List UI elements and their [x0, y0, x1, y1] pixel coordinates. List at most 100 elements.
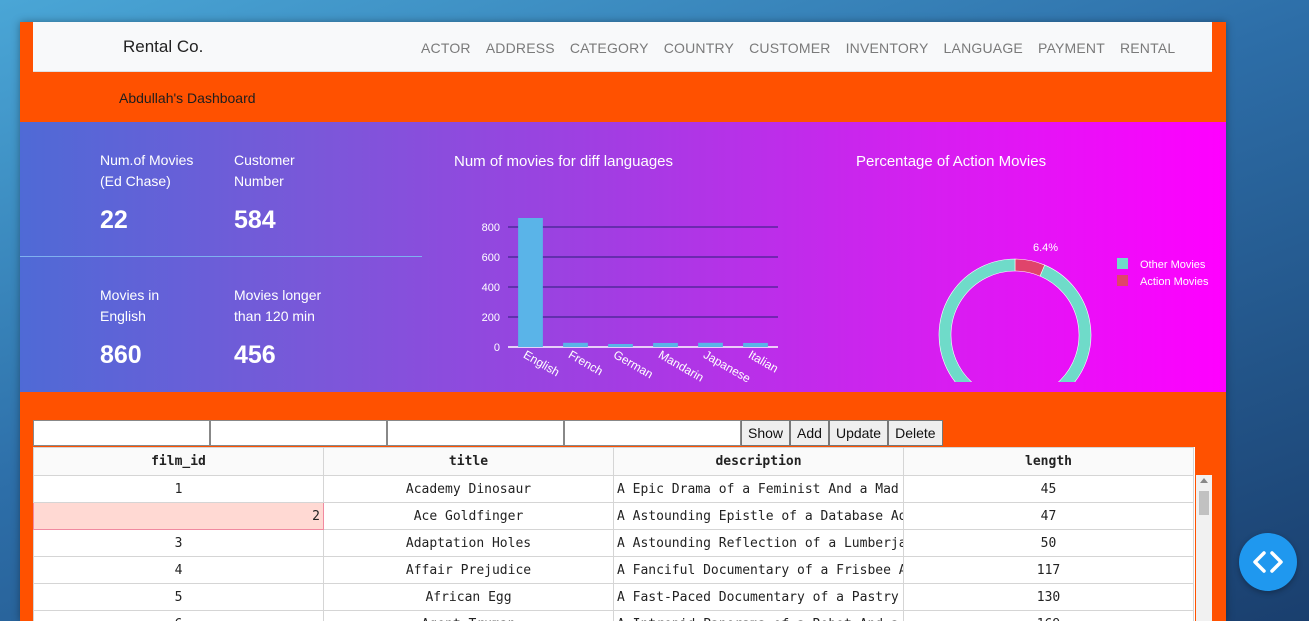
- table-row[interactable]: 2 Ace Goldfinger A Astounding Epistle of…: [33, 502, 1194, 530]
- bar-chart-title: Num of movies for diff languages: [454, 153, 674, 170]
- nav-link-actor[interactable]: ACTOR: [421, 40, 471, 56]
- film-table: film_id title description length 1 Acade…: [33, 447, 1195, 621]
- cell-title[interactable]: African Egg: [323, 583, 614, 611]
- table-row[interactable]: 6 Agent Truman A Intrepid Panorama of a …: [33, 610, 1194, 621]
- bar: [608, 344, 633, 347]
- cell-description[interactable]: A Intrepid Panorama of a Robot And a: [613, 610, 904, 621]
- cell-title[interactable]: Agent Truman: [323, 610, 614, 621]
- film-id-input[interactable]: [33, 420, 210, 446]
- action-movies-donut-chart: 6.4%93.6%Other MoviesAction Movies: [938, 242, 1209, 382]
- bar: [698, 342, 723, 347]
- table-row[interactable]: 5 African Egg A Fast-Paced Documentary o…: [33, 583, 1194, 611]
- crud-controls: Show Add Update Delete: [33, 420, 943, 446]
- cell-film-id[interactable]: 6: [33, 610, 324, 621]
- y-tick-label: 400: [482, 282, 500, 294]
- nav-link-inventory[interactable]: INVENTORY: [846, 40, 929, 56]
- cell-description[interactable]: A Astounding Epistle of a Database Ad: [613, 502, 904, 530]
- delete-button[interactable]: Delete: [888, 420, 943, 446]
- nav-link-country[interactable]: COUNTRY: [664, 40, 734, 56]
- stats-band: Num.of Movies (Ed Chase) 22 Customer Num…: [20, 122, 1226, 392]
- nav-link-category[interactable]: CATEGORY: [570, 40, 649, 56]
- x-tick-label: French: [566, 347, 605, 378]
- donut-slice: [1014, 258, 1046, 277]
- cell-length[interactable]: 47: [903, 502, 1194, 530]
- cell-title[interactable]: Ace Goldfinger: [323, 502, 614, 530]
- cell-length[interactable]: 117: [903, 556, 1194, 584]
- y-tick-label: 600: [482, 252, 500, 264]
- column-header-length[interactable]: length: [903, 447, 1194, 476]
- stat-label: Movies in English: [100, 287, 160, 324]
- show-button[interactable]: Show: [741, 420, 791, 446]
- bar: [563, 342, 588, 347]
- nav-link-language[interactable]: LANGUAGE: [944, 40, 1023, 56]
- bar: [743, 342, 768, 347]
- cell-film-id-selected[interactable]: 2: [33, 502, 324, 530]
- cell-length[interactable]: 130: [903, 583, 1194, 611]
- x-tick-label: English: [521, 347, 562, 379]
- table-scrollbar[interactable]: [1196, 475, 1212, 621]
- update-button[interactable]: Update: [828, 420, 889, 446]
- slice-value-label: 6.4%: [1033, 242, 1058, 254]
- stat-value: 456: [234, 341, 276, 369]
- cell-film-id[interactable]: 5: [33, 583, 324, 611]
- stat-long-movies: Movies longer than 120 min 456: [234, 285, 321, 370]
- table-header-row: film_id title description length: [33, 447, 1194, 476]
- scroll-thumb[interactable]: [1199, 491, 1209, 515]
- nav-link-rental[interactable]: RENTAL: [1120, 40, 1175, 56]
- code-toggle-button[interactable]: [1239, 533, 1297, 591]
- length-input[interactable]: [564, 420, 741, 446]
- navbar: Rental Co. ACTOR ADDRESS CATEGORY COUNTR…: [33, 22, 1212, 72]
- legend-label: Other Movies: [1140, 259, 1206, 271]
- scroll-up-arrow-icon[interactable]: [1200, 478, 1208, 483]
- stat-label: Movies longer than 120 min: [234, 287, 322, 324]
- stat-english-movies: Movies in English 860: [100, 285, 159, 370]
- stat-value: 860: [100, 341, 142, 369]
- legend-swatch: [1117, 275, 1128, 286]
- cell-description[interactable]: A Fanciful Documentary of a Frisbee A: [613, 556, 904, 584]
- nav-link-customer[interactable]: CUSTOMER: [749, 40, 830, 56]
- x-tick-label: Mandarin: [656, 347, 706, 384]
- y-tick-label: 200: [482, 312, 500, 324]
- cell-description[interactable]: A Astounding Reflection of a Lumberja: [613, 529, 904, 557]
- stat-label: Customer Number: [234, 152, 295, 189]
- bar: [653, 342, 678, 347]
- stat-value: 22: [100, 206, 128, 234]
- cell-length[interactable]: 50: [903, 529, 1194, 557]
- column-header-film-id[interactable]: film_id: [33, 447, 324, 476]
- x-tick-label: German: [611, 347, 656, 381]
- legend-label: Action Movies: [1140, 276, 1209, 288]
- stat-value: 584: [234, 206, 276, 234]
- cell-film-id[interactable]: 1: [33, 475, 324, 503]
- cell-title[interactable]: Affair Prejudice: [323, 556, 614, 584]
- add-button[interactable]: Add: [790, 420, 829, 446]
- cell-length[interactable]: 45: [903, 475, 1194, 503]
- cell-description[interactable]: A Epic Drama of a Feminist And a Mad: [613, 475, 904, 503]
- title-input[interactable]: [210, 420, 387, 446]
- cell-film-id[interactable]: 4: [33, 556, 324, 584]
- nav-links: ACTOR ADDRESS CATEGORY COUNTRY CUSTOMER …: [421, 40, 1190, 56]
- x-tick-label: Japanese: [701, 347, 753, 385]
- cell-title[interactable]: Academy Dinosaur: [323, 475, 614, 503]
- table-row[interactable]: 4 Affair Prejudice A Fanciful Documentar…: [33, 556, 1194, 584]
- table-row[interactable]: 1 Academy Dinosaur A Epic Drama of a Fem…: [33, 475, 1194, 503]
- cell-film-id[interactable]: 3: [33, 529, 324, 557]
- legend-swatch: [1117, 258, 1128, 269]
- nav-link-address[interactable]: ADDRESS: [486, 40, 555, 56]
- y-tick-label: 800: [482, 222, 500, 234]
- cell-length[interactable]: 169: [903, 610, 1194, 621]
- dashboard-subtitle: Abdullah's Dashboard: [119, 90, 256, 106]
- stat-ed-chase-movies: Num.of Movies (Ed Chase) 22: [100, 150, 193, 235]
- brand-logo[interactable]: Rental Co.: [123, 37, 203, 57]
- cell-title[interactable]: Adaptation Holes: [323, 529, 614, 557]
- stat-customer-number: Customer Number 584: [234, 150, 295, 235]
- code-brackets-icon: [1253, 551, 1283, 573]
- nav-link-payment[interactable]: PAYMENT: [1038, 40, 1105, 56]
- column-header-description[interactable]: description: [613, 447, 904, 476]
- column-header-title[interactable]: title: [323, 447, 614, 476]
- y-tick-label: 0: [494, 342, 500, 354]
- stats-divider: [20, 256, 422, 257]
- table-row[interactable]: 3 Adaptation Holes A Astounding Reflecti…: [33, 529, 1194, 557]
- cell-description[interactable]: A Fast-Paced Documentary of a Pastry: [613, 583, 904, 611]
- donut-slice: [938, 258, 1092, 382]
- description-input[interactable]: [387, 420, 564, 446]
